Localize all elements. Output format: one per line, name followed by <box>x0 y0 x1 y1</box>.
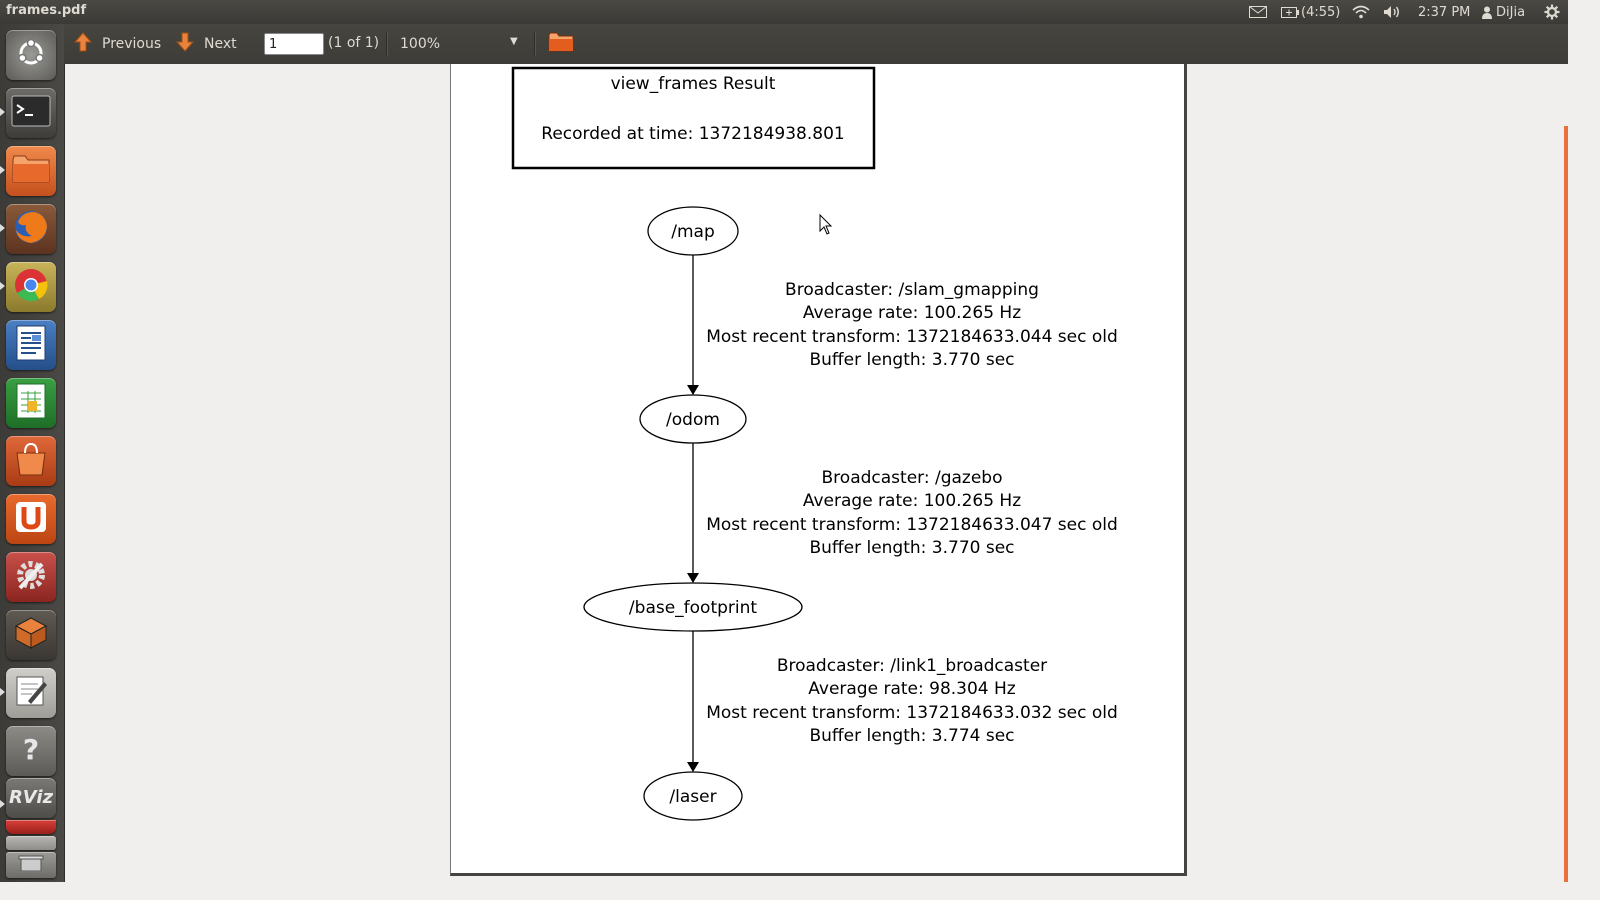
up-arrow-icon <box>73 32 93 56</box>
launcher: ? RViz <box>0 24 65 882</box>
dropdown-arrow-icon: ▼ <box>510 36 518 47</box>
firefox-icon <box>12 208 50 250</box>
launcher-rviz[interactable]: RViz <box>6 778 56 818</box>
clock[interactable]: 2:37 PM <box>1418 0 1470 24</box>
ubuntu-logo-icon <box>15 37 47 73</box>
down-arrow-icon <box>175 32 195 56</box>
launcher-calc[interactable] <box>6 378 56 428</box>
toolbar-separator <box>534 32 536 56</box>
wifi-icon[interactable] <box>1352 0 1370 24</box>
launcher-files[interactable] <box>6 146 56 196</box>
text-editor-icon <box>14 674 48 712</box>
graph-title: view_frames Result <box>611 74 776 94</box>
node-base-footprint: /base_footprint <box>583 582 803 632</box>
window-title: frames.pdf <box>6 3 87 18</box>
launcher-trash[interactable] <box>6 852 56 878</box>
mouse-cursor-icon <box>819 213 833 235</box>
ubuntu-one-icon <box>14 500 48 538</box>
rviz-icon: RViz <box>9 784 54 812</box>
edge-broadcaster: Broadcaster: /link1_broadcaster <box>777 656 1047 676</box>
launcher-folded-item[interactable] <box>6 820 56 834</box>
launcher-software-center[interactable] <box>6 436 56 486</box>
workspace-switcher-icon <box>12 614 50 656</box>
launcher-writer[interactable] <box>6 320 56 370</box>
edge-broadcaster: Broadcaster: /gazebo <box>822 468 1003 488</box>
evince-toolbar: Previous Next (1 of 1) 100% ▼ <box>64 24 1568 64</box>
document-view[interactable]: view_frames Result Recorded at time: 137… <box>65 64 1568 882</box>
node-base-footprint-label: /base_footprint <box>629 598 757 618</box>
launcher-workspaces[interactable] <box>6 610 56 660</box>
settings-icon <box>12 556 50 598</box>
user-name: DiJia <box>1496 4 1526 20</box>
edge-rate: Average rate: 98.304 Hz <box>808 679 1016 699</box>
svg-text:RViz: RViz <box>9 787 53 808</box>
launcher-text-editor[interactable] <box>6 668 56 718</box>
edge-buffer: Buffer length: 3.774 sec <box>809 726 1014 746</box>
previous-label: Previous <box>102 36 162 52</box>
battery-icon <box>1281 6 1299 18</box>
volume-icon[interactable] <box>1383 0 1401 24</box>
next-page-button[interactable]: Next <box>175 24 237 64</box>
edge-label-gazebo: Broadcaster: /gazebo Average rate: 100.2… <box>706 468 1118 558</box>
page-number-input[interactable] <box>264 33 324 55</box>
node-odom: /odom <box>639 394 747 444</box>
header-box: view_frames Result Recorded at time: 137… <box>511 66 876 170</box>
page-count: (1 of 1) <box>328 35 380 51</box>
edge-recent: Most recent transform: 1372184633.044 se… <box>706 327 1118 347</box>
edge-rate: Average rate: 100.265 Hz <box>803 303 1021 323</box>
mail-icon[interactable] <box>1249 0 1267 24</box>
open-folder-icon <box>548 32 574 56</box>
launcher-chrome[interactable] <box>6 262 56 312</box>
launcher-help[interactable]: ? <box>6 726 56 776</box>
edge-label-slam-gmapping: Broadcaster: /slam_gmapping Average rate… <box>706 280 1118 370</box>
recorded-time: Recorded at time: 1372184938.801 <box>541 124 844 144</box>
shopping-bag-icon <box>14 441 48 481</box>
user-menu[interactable]: DiJia <box>1482 0 1525 24</box>
zoom-select[interactable]: 100% ▼ <box>400 34 525 54</box>
document-icon <box>16 325 46 365</box>
next-label: Next <box>204 36 237 52</box>
launcher-ubuntu-one[interactable] <box>6 494 56 544</box>
terminal-icon <box>11 95 51 131</box>
edge-recent: Most recent transform: 1372184633.047 se… <box>706 515 1118 535</box>
node-laser: /laser <box>643 771 743 821</box>
edge-recent: Most recent transform: 1372184633.032 se… <box>706 703 1118 723</box>
launcher-firefox[interactable] <box>6 204 56 254</box>
edge-buffer: Buffer length: 3.770 sec <box>809 350 1014 370</box>
open-folder-button[interactable] <box>548 24 574 64</box>
node-laser-label: /laser <box>669 787 716 807</box>
svg-text:?: ? <box>23 734 39 764</box>
help-icon: ? <box>16 733 46 768</box>
node-map: /map <box>647 206 739 256</box>
edge-rate: Average rate: 100.265 Hz <box>803 491 1021 511</box>
launcher-folded-item[interactable] <box>6 836 56 850</box>
clock-time: 2:37 PM <box>1418 4 1471 20</box>
launcher-dash-home[interactable] <box>6 30 56 80</box>
launcher-terminal[interactable] <box>6 88 56 138</box>
launcher-system-settings[interactable] <box>6 552 56 602</box>
toolbar-separator <box>386 32 388 56</box>
battery-time: (4:55) <box>1301 4 1341 20</box>
gear-icon[interactable] <box>1544 0 1560 24</box>
pdf-page: view_frames Result Recorded at time: 137… <box>450 64 1187 876</box>
node-odom-label: /odom <box>666 410 720 430</box>
top-panel: frames.pdf (4:55) 2:37 PM DiJia <box>0 0 1568 24</box>
user-icon <box>1482 6 1492 19</box>
tf-frames-graph: view_frames Result Recorded at time: 137… <box>511 66 1118 821</box>
spreadsheet-icon <box>16 383 46 423</box>
edge-broadcaster: Broadcaster: /slam_gmapping <box>785 280 1039 300</box>
chrome-icon <box>12 266 50 308</box>
folder-icon <box>12 154 50 188</box>
scroll-indicator <box>1564 126 1568 882</box>
trash-icon <box>18 855 44 875</box>
previous-page-button[interactable]: Previous <box>73 24 162 64</box>
edge-label-link1-broadcaster: Broadcaster: /link1_broadcaster Average … <box>706 656 1118 746</box>
edge-buffer: Buffer length: 3.770 sec <box>809 538 1014 558</box>
battery-indicator[interactable]: (4:55) <box>1281 0 1340 24</box>
node-map-label: /map <box>671 222 715 242</box>
zoom-value: 100% <box>400 36 441 52</box>
